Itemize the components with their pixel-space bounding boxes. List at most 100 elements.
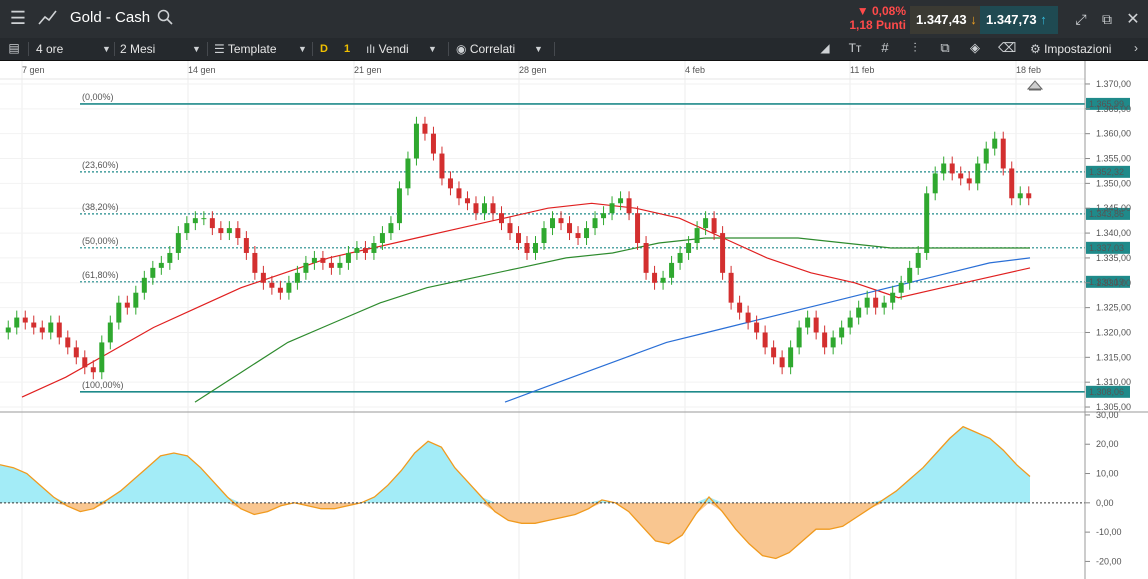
- candle-body: [209, 218, 215, 229]
- candle-body: [294, 272, 300, 283]
- popout-icon[interactable]: ⧉: [1098, 11, 1116, 28]
- fibonacci-label: (61,80%): [82, 270, 119, 280]
- d-button[interactable]: D: [320, 38, 328, 60]
- candle-body: [796, 327, 802, 348]
- grid-icon[interactable]: #: [876, 40, 894, 55]
- chevron-right-icon[interactable]: ›: [1128, 41, 1144, 55]
- candle-body: [618, 198, 624, 204]
- x-tick-label: 7 gen: [22, 65, 45, 75]
- chevron-down-icon: ▼: [192, 44, 201, 54]
- candle-body: [975, 163, 981, 184]
- osc-y-tick-label: -10,00: [1096, 527, 1122, 537]
- candle-body: [73, 347, 79, 358]
- chart-type-icon[interactable]: [36, 6, 60, 32]
- text-tool-icon[interactable]: Tт: [846, 41, 864, 55]
- fill-icon[interactable]: ◈: [966, 40, 984, 56]
- candle-body: [252, 252, 258, 273]
- template-select[interactable]: ☰ Template ▼: [214, 38, 307, 60]
- candle-body: [762, 332, 768, 348]
- candle-body: [507, 223, 513, 234]
- y-tick-label: 1.320,00: [1096, 327, 1131, 337]
- compare-icon[interactable]: ⫶: [906, 40, 924, 56]
- candle-body: [958, 173, 964, 179]
- candle-body: [320, 257, 326, 263]
- related-select[interactable]: ◉ Correlati ▼: [456, 38, 548, 60]
- candle-body: [669, 262, 675, 278]
- chevron-down-icon: ▼: [298, 44, 307, 54]
- candle-body: [133, 292, 139, 308]
- candle-body: [915, 252, 921, 268]
- x-tick-label: 14 gen: [188, 65, 216, 75]
- header-bar: ☰ Gold - Cash ▼ 0,08% 1,18 Punti 1.347,4…: [0, 0, 1148, 39]
- candle-body: [541, 228, 547, 244]
- candle-body: [635, 213, 641, 244]
- candle-body: [694, 228, 700, 244]
- y-tick-label: 1.355,00: [1096, 154, 1131, 164]
- change-indicator: ▼ 0,08% 1,18 Punti: [842, 4, 906, 32]
- candle-body: [5, 327, 11, 333]
- price-chart[interactable]: 7 gen 14 gen 21 gen 28 gen 4 feb 11 feb 18 feb…: [0, 61, 1148, 579]
- candle-body: [226, 228, 232, 234]
- candle-body: [396, 188, 402, 224]
- eraser-icon[interactable]: ⌫: [998, 40, 1016, 56]
- candle-body: [533, 243, 539, 253]
- osc-y-tick-label: 20,00: [1096, 439, 1119, 449]
- candle-body: [303, 262, 309, 273]
- candle-body: [788, 347, 794, 368]
- candle-body: [65, 337, 71, 348]
- sell-price-button[interactable]: 1.347,43 ↓: [910, 6, 988, 34]
- candle-body: [362, 247, 368, 253]
- candle-body: [737, 302, 743, 313]
- x-tick-label: 11 feb: [850, 65, 874, 75]
- candle-body: [464, 198, 470, 204]
- candle-body: [720, 233, 726, 273]
- candle-body: [439, 153, 445, 179]
- candle-body: [235, 228, 241, 239]
- buy-price-button[interactable]: 1.347,73 ↑: [980, 6, 1058, 34]
- sell-price: 1.347,43: [916, 12, 967, 27]
- draw-line-icon[interactable]: ◢: [816, 41, 834, 55]
- osc-y-tick-label: 10,00: [1096, 469, 1119, 479]
- osc-y-tick-label: 30,00: [1096, 410, 1119, 420]
- change-points: 1,18 Punti: [849, 18, 906, 32]
- instrument-title[interactable]: Gold - Cash: [70, 9, 150, 26]
- candle-body: [941, 163, 947, 174]
- candle-body: [413, 123, 419, 159]
- candle-body: [379, 233, 385, 244]
- layers-icon[interactable]: ⧉: [936, 40, 954, 56]
- candle-body: [898, 282, 904, 293]
- related-label: Correlati: [469, 42, 516, 56]
- one-button[interactable]: 1: [344, 38, 350, 60]
- gear-icon: ⚙: [1030, 42, 1045, 56]
- osc-y-tick-label: -20,00: [1096, 556, 1122, 566]
- y-tick-label: 1.365,00: [1096, 104, 1131, 114]
- candle-body: [516, 233, 521, 244]
- close-icon[interactable]: ✕: [1124, 9, 1142, 29]
- candle-body: [992, 138, 998, 149]
- y-tick-label: 1.350,00: [1096, 178, 1131, 188]
- sell-select[interactable]: ılı Vendi ▼: [366, 38, 444, 60]
- y-tick-label: 1.370,00: [1096, 79, 1131, 89]
- candle-body: [856, 307, 862, 318]
- candle-body: [983, 148, 989, 164]
- candle-body: [890, 292, 896, 303]
- settings-button[interactable]: ⚙ Impostazioni: [1030, 38, 1126, 60]
- candle-body: [481, 203, 487, 214]
- interval-value: 4 ore: [36, 42, 64, 56]
- candle-body: [728, 272, 734, 303]
- y-tick-label: 1.310,00: [1096, 377, 1131, 387]
- search-icon[interactable]: [155, 9, 175, 29]
- candle-body: [218, 228, 224, 234]
- panel-icon[interactable]: ▤: [6, 41, 22, 55]
- candle-body: [286, 282, 292, 293]
- candle-body: [141, 277, 147, 293]
- chevron-down-icon: ▼: [534, 44, 543, 54]
- candle-body: [703, 218, 709, 229]
- range-select[interactable]: 2 Mesi ▼: [120, 38, 206, 60]
- candle-body: [39, 327, 45, 333]
- interval-select[interactable]: 4 ore ▼: [36, 38, 112, 60]
- expand-icon[interactable]: ⤢: [1072, 11, 1090, 28]
- candle-body: [966, 178, 972, 184]
- menu-icon[interactable]: ☰: [6, 8, 30, 30]
- candle-body: [686, 243, 692, 253]
